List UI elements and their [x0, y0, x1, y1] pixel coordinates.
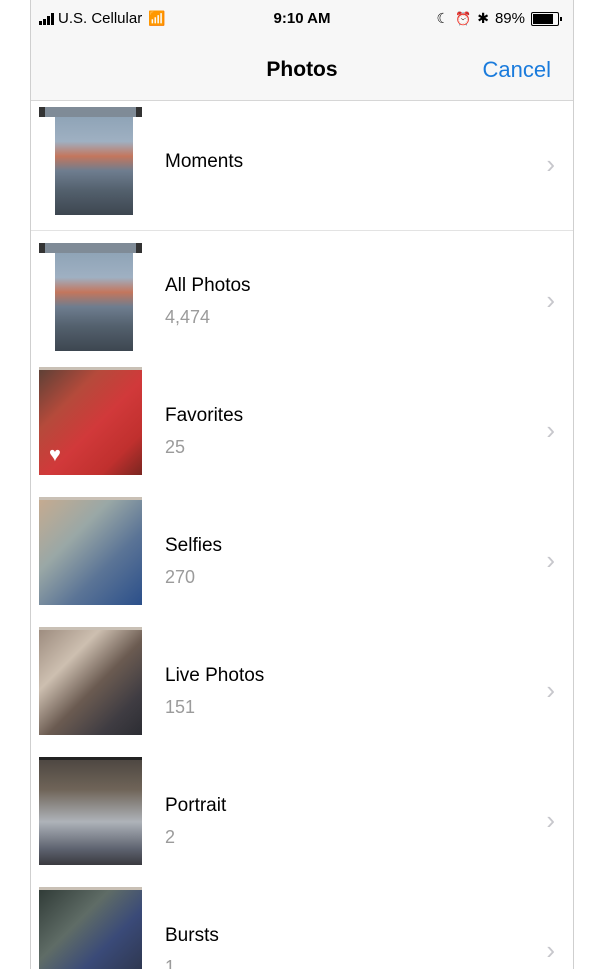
chevron-right-icon: ›: [546, 285, 555, 315]
album-count: 151: [165, 697, 196, 717]
bluetooth-icon: ✱: [477, 10, 489, 26]
battery-icon: [531, 11, 562, 26]
moments-thumbnail: [39, 107, 142, 215]
album-row-favorites[interactable]: ♥ Favorites 25 ›: [31, 361, 573, 491]
album-count: 1: [165, 957, 176, 969]
album-label: Live Photos: [165, 665, 265, 686]
chevron-right-icon: ›: [546, 415, 555, 445]
album-label: Moments: [165, 151, 244, 172]
moon-icon: ☾: [436, 10, 450, 26]
album-row-bursts[interactable]: Bursts 1 ›: [31, 881, 573, 969]
status-right: ☾ ⏰ ✱ 89%: [436, 10, 562, 27]
cancel-button[interactable]: Cancel: [483, 57, 551, 83]
battery-percent: 89%: [494, 10, 525, 27]
chevron-right-icon: ›: [546, 805, 555, 835]
bursts-thumbnail: [39, 887, 142, 969]
heart-icon: ♥: [49, 444, 61, 466]
favorites-thumbnail: ♥: [39, 367, 142, 475]
album-list: Moments › All Photos 4,474 › ♥ Favorites…: [31, 101, 573, 969]
album-label: All Photos: [165, 275, 251, 296]
live-photos-thumbnail: [39, 627, 142, 735]
album-count: 4,474: [165, 307, 211, 327]
battery-fill: [533, 13, 553, 24]
album-count: 270: [165, 567, 196, 587]
alarm-icon: ⏰: [455, 10, 472, 26]
album-row-portrait[interactable]: Portrait 2 ›: [31, 751, 573, 881]
chevron-right-icon: ›: [546, 675, 555, 705]
chevron-right-icon: ›: [546, 935, 555, 965]
portrait-thumbnail: [39, 757, 142, 865]
status-bar: U.S. Cellular 📶 9:10 AM ☾ ⏰ ✱ 89%: [31, 0, 573, 40]
album-row-all-photos[interactable]: All Photos 4,474 ›: [31, 231, 573, 361]
album-row-moments[interactable]: Moments ›: [31, 101, 573, 231]
album-count: 2: [165, 827, 176, 847]
album-label: Portrait: [165, 795, 227, 816]
album-count: 25: [165, 437, 186, 457]
navigation-bar: Photos Cancel: [31, 40, 573, 101]
all-photos-thumbnail: [39, 243, 142, 351]
album-row-selfies[interactable]: Selfies 270 ›: [31, 491, 573, 621]
selfies-thumbnail: [39, 497, 142, 605]
album-row-live-photos[interactable]: Live Photos 151 ›: [31, 621, 573, 751]
device-screen: U.S. Cellular 📶 9:10 AM ☾ ⏰ ✱ 89% Photos…: [30, 0, 574, 969]
chevron-right-icon: ›: [546, 149, 555, 179]
album-label: Selfies: [165, 535, 223, 556]
album-label: Favorites: [165, 405, 244, 426]
album-label: Bursts: [165, 925, 219, 946]
chevron-right-icon: ›: [546, 545, 555, 575]
